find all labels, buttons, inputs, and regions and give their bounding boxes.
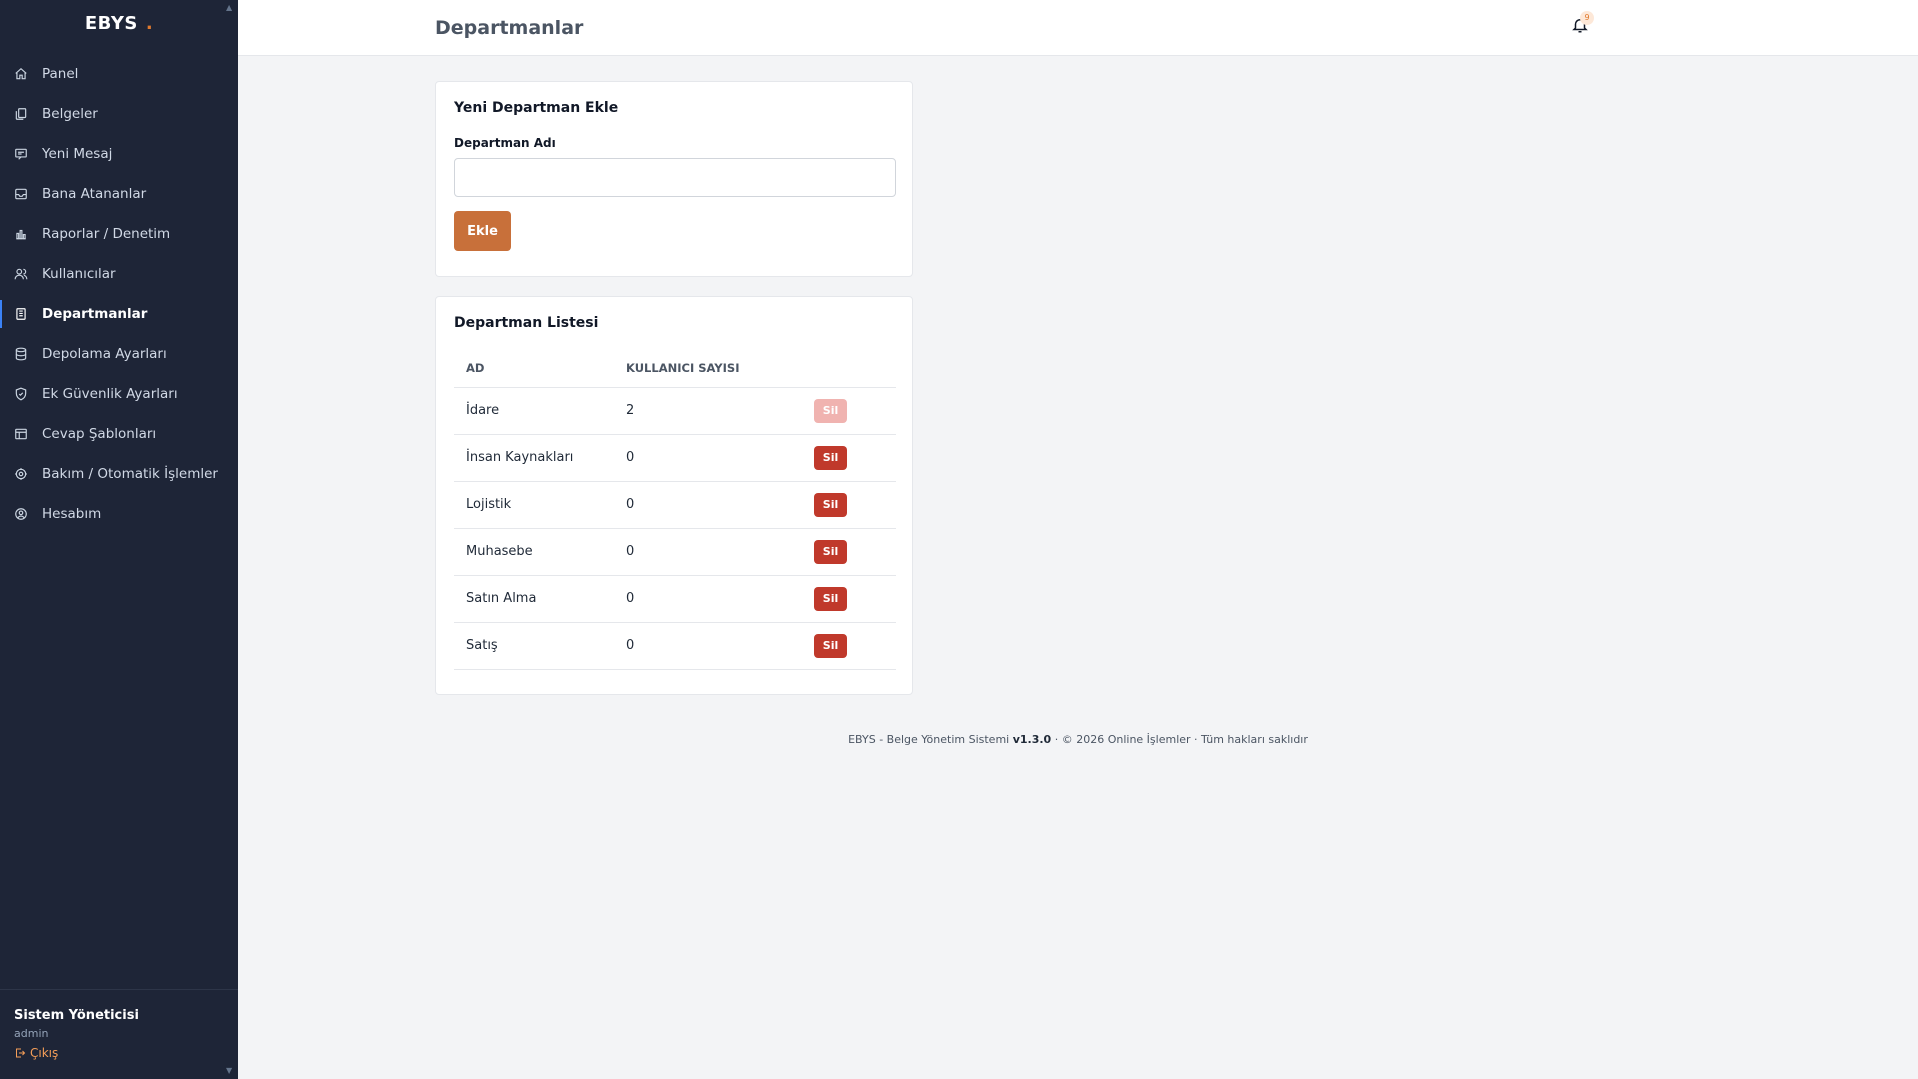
user-count: 0 bbox=[626, 481, 814, 529]
sidebar-item-label: Depolama Ayarları bbox=[42, 346, 167, 362]
table-header-row: AD KULLANICI SAYISI bbox=[454, 349, 896, 388]
sidebar-item-label: Raporlar / Denetim bbox=[42, 226, 171, 242]
sidebar-item-belgeler[interactable]: Belgeler bbox=[0, 94, 238, 134]
department-table: AD KULLANICI SAYISI İdare 2 Sil İnsan Ka… bbox=[454, 349, 896, 670]
documents-icon bbox=[14, 107, 28, 121]
sidebar-item-yeni-mesaj[interactable]: Yeni Mesaj bbox=[0, 134, 238, 174]
notification-badge: 9 bbox=[1580, 11, 1594, 25]
building-icon bbox=[14, 307, 28, 321]
sidebar-item-bana-atananlar[interactable]: Bana Atananlar bbox=[0, 174, 238, 214]
table-row: İdare 2 Sil bbox=[454, 387, 896, 435]
footer-version: v1.3.0 bbox=[1012, 733, 1052, 746]
user-count: 2 bbox=[626, 387, 814, 435]
inbox-icon bbox=[14, 187, 28, 201]
sidebar-item-label: Panel bbox=[42, 66, 79, 82]
add-department-title: Yeni Departman Ekle bbox=[454, 100, 619, 116]
delete-button[interactable]: Sil bbox=[814, 633, 847, 658]
footer-prefix: EBYS - Belge Yönetim Sistemi bbox=[848, 733, 1013, 746]
sidebar-item-raporlar[interactable]: Raporlar / Denetim bbox=[0, 214, 238, 254]
user-count: 0 bbox=[626, 434, 814, 482]
sidebar-item-label: Cevap Şablonları bbox=[42, 426, 157, 442]
user-count: 0 bbox=[626, 622, 814, 670]
sidebar-item-label: Hesabım bbox=[42, 506, 102, 522]
delete-button[interactable]: Sil bbox=[814, 586, 847, 611]
table-row: Lojistik 0 Sil bbox=[454, 481, 896, 529]
brand-dot: . bbox=[145, 12, 154, 34]
department-list-card: Departman Listesi AD KULLANICI SAYISI İd… bbox=[435, 296, 913, 695]
delete-button[interactable]: Sil bbox=[814, 539, 847, 564]
sidebar-item-departmanlar[interactable]: Departmanlar bbox=[0, 294, 238, 334]
gear-icon bbox=[14, 467, 28, 481]
user-circle-icon bbox=[14, 507, 28, 521]
user-count: 0 bbox=[626, 575, 814, 623]
sidebar-item-panel[interactable]: Panel bbox=[0, 54, 238, 94]
delete-button[interactable]: Sil bbox=[814, 492, 847, 517]
sidebar-item-label: Kullanıcılar bbox=[42, 266, 116, 282]
user-count: 0 bbox=[626, 528, 814, 576]
database-icon bbox=[14, 347, 28, 361]
sidebar-item-label: Bana Atananlar bbox=[42, 186, 147, 202]
brand-name: EBYS bbox=[84, 12, 138, 34]
sidebar-item-depolama[interactable]: Depolama Ayarları bbox=[0, 334, 238, 374]
column-header-user-count: KULLANICI SAYISI bbox=[626, 349, 814, 388]
user-name: Sistem Yöneticisi bbox=[14, 1008, 139, 1023]
column-header-name: AD bbox=[454, 349, 626, 388]
sidebar: ▲ EBYS . Panel Belgeler Yeni Mesaj Bana … bbox=[0, 0, 238, 1079]
sidebar-item-bakim[interactable]: Bakım / Otomatik İşlemler bbox=[0, 454, 238, 494]
table-row: Satış 0 Sil bbox=[454, 622, 896, 670]
sidebar-item-label: Bakım / Otomatik İşlemler bbox=[42, 466, 218, 482]
sidebar-nav: Panel Belgeler Yeni Mesaj Bana Atananlar… bbox=[0, 54, 238, 534]
footer-suffix: · © 2026 Online İşlemler · Tüm hakları s… bbox=[1051, 733, 1308, 746]
department-name-label: Departman Adı bbox=[454, 136, 556, 150]
template-icon bbox=[14, 427, 28, 441]
sidebar-item-label: Yeni Mesaj bbox=[42, 146, 113, 162]
logout-label: Çıkış bbox=[30, 1046, 59, 1060]
sidebar-item-label: Departmanlar bbox=[42, 306, 148, 322]
department-name: Muhasebe bbox=[454, 528, 626, 576]
sidebar-item-sablonlar[interactable]: Cevap Şablonları bbox=[0, 414, 238, 454]
sidebar-item-hesabim[interactable]: Hesabım bbox=[0, 494, 238, 534]
sidebar-scroll-down-icon[interactable]: ▼ bbox=[226, 1067, 234, 1075]
topbar: Departmanlar 9 bbox=[238, 0, 1918, 56]
shield-icon bbox=[14, 387, 28, 401]
sidebar-user-panel: Sistem Yöneticisi admin Çıkış bbox=[0, 989, 238, 1079]
bar-chart-icon bbox=[14, 227, 28, 241]
add-department-card: Yeni Departman Ekle Departman Adı Ekle bbox=[435, 81, 913, 277]
sidebar-scroll-up-icon[interactable]: ▲ bbox=[226, 4, 234, 12]
department-name: Satın Alma bbox=[454, 575, 626, 623]
add-button[interactable]: Ekle bbox=[454, 211, 511, 251]
sidebar-item-label: Belgeler bbox=[42, 106, 98, 122]
department-list-title: Departman Listesi bbox=[454, 315, 599, 331]
logout-icon bbox=[16, 1048, 26, 1058]
users-icon bbox=[14, 267, 28, 281]
home-icon bbox=[14, 67, 28, 81]
sidebar-item-kullanicilar[interactable]: Kullanıcılar bbox=[0, 254, 238, 294]
table-row: Satın Alma 0 Sil bbox=[454, 575, 896, 623]
message-icon bbox=[14, 147, 28, 161]
sidebar-item-label: Ek Güvenlik Ayarları bbox=[42, 386, 178, 402]
brand-logo[interactable]: EBYS . bbox=[0, 0, 238, 46]
department-name: Satış bbox=[454, 622, 626, 670]
table-row: İnsan Kaynakları 0 Sil bbox=[454, 434, 896, 482]
logout-link[interactable]: Çıkış bbox=[14, 1046, 224, 1060]
delete-button[interactable]: Sil bbox=[814, 445, 847, 470]
department-name: İdare bbox=[454, 387, 626, 435]
department-name: İnsan Kaynakları bbox=[454, 434, 626, 482]
page-title: Departmanlar bbox=[435, 17, 584, 39]
department-name: Lojistik bbox=[454, 481, 626, 529]
department-name-input[interactable] bbox=[454, 158, 896, 197]
user-role: admin bbox=[14, 1027, 49, 1040]
sidebar-item-guvenlik[interactable]: Ek Güvenlik Ayarları bbox=[0, 374, 238, 414]
delete-button: Sil bbox=[814, 398, 847, 423]
page-footer: EBYS - Belge Yönetim Sistemi v1.3.0 · © … bbox=[238, 733, 1918, 746]
column-header-actions bbox=[814, 349, 896, 388]
table-row: Muhasebe 0 Sil bbox=[454, 528, 896, 576]
